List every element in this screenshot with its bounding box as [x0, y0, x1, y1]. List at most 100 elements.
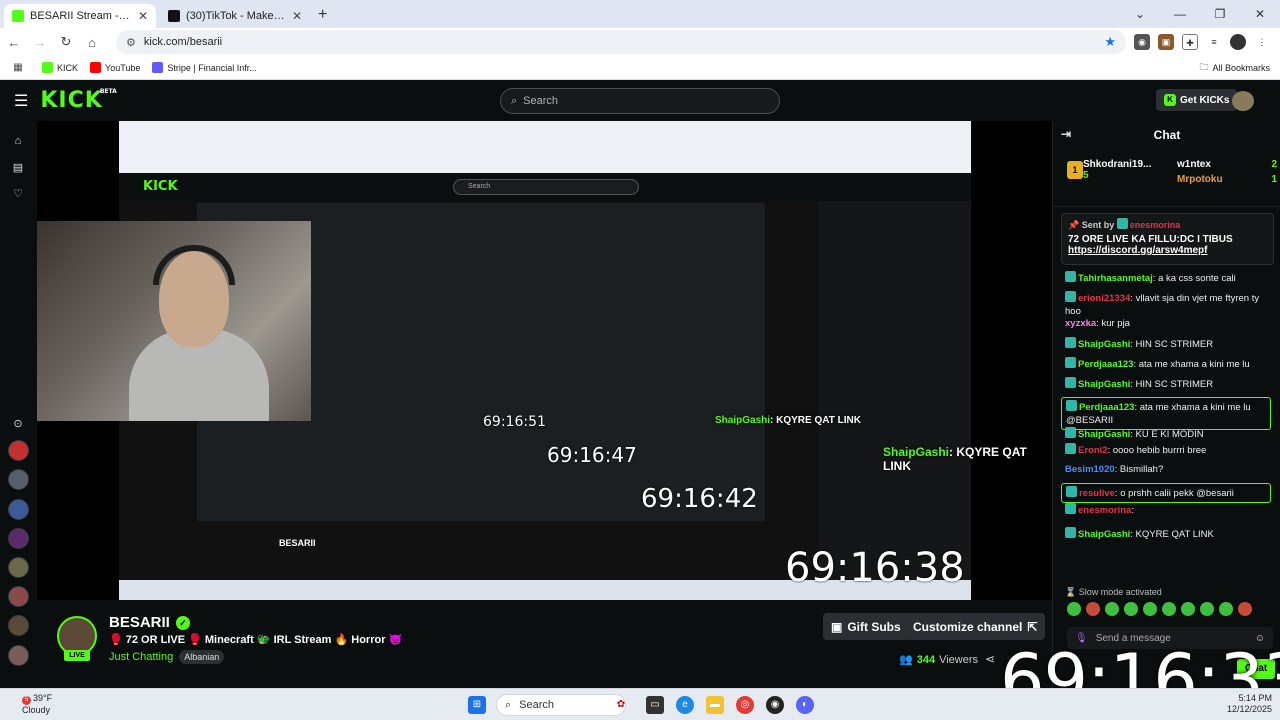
- profile-avatar-icon[interactable]: [1230, 34, 1246, 50]
- channel-avatar[interactable]: [8, 440, 29, 461]
- chat-message[interactable]: ShaipGashi: KU E KI MODIN: [1065, 427, 1275, 441]
- chat-message[interactable]: xyzxka: kur pja: [1065, 317, 1275, 330]
- extension-icon[interactable]: ▣: [1158, 34, 1174, 50]
- chat-message[interactable]: Besim1020: Bismillah?: [1065, 463, 1275, 476]
- weather-widget[interactable]: 5 39°F Cloudy: [22, 693, 52, 716]
- emote-icon[interactable]: [1200, 602, 1214, 616]
- reading-list-icon[interactable]: ≡: [1206, 34, 1222, 50]
- chat-message[interactable]: Perdjaaa123: ata me xhama a kini me lu @…: [1061, 397, 1271, 430]
- leaderboard-top[interactable]: Shkodrani19... 5: [1083, 159, 1151, 181]
- app-icon[interactable]: ✿: [612, 696, 630, 714]
- taskbar-search[interactable]: ⌕ Search: [496, 694, 626, 716]
- pinned-link[interactable]: https://discord.gg/arsw4mepf: [1068, 245, 1267, 256]
- home-icon[interactable]: ⌂: [80, 35, 104, 50]
- channel-avatar[interactable]: [8, 615, 29, 636]
- emote-icon[interactable]: [1105, 602, 1119, 616]
- chat-username[interactable]: ShaipGashi: [1078, 339, 1130, 350]
- collapse-chat-icon[interactable]: ⇥: [1061, 127, 1071, 141]
- maximize-icon[interactable]: ❐: [1200, 0, 1240, 28]
- customize-channel-button[interactable]: Customize channel ⇱: [905, 613, 1046, 640]
- channel-avatar[interactable]: [8, 645, 29, 666]
- browse-icon[interactable]: ▤: [10, 161, 26, 177]
- chat-message[interactable]: Perdjaaa123: ata me xhama a kini me lu: [1065, 357, 1275, 371]
- emote-icon[interactable]: [1067, 602, 1081, 616]
- file-explorer-icon[interactable]: ▬: [706, 696, 724, 714]
- forward-icon[interactable]: →: [28, 35, 52, 50]
- minimize-icon[interactable]: —: [1160, 0, 1200, 28]
- tab-kick[interactable]: BESARII Stream - Watch Live on ✕: [4, 4, 156, 28]
- chat-username[interactable]: ShaipGashi: [1078, 529, 1130, 540]
- edge-icon[interactable]: e: [676, 696, 694, 714]
- chat-message[interactable]: ShaipGashi: KQYRE QAT LINK: [1065, 527, 1275, 541]
- chat-username[interactable]: ShaipGashi: [1078, 429, 1130, 440]
- emote-icon[interactable]: [1162, 602, 1176, 616]
- windows-start-icon[interactable]: ⊞: [468, 696, 486, 714]
- chevron-down-icon[interactable]: ⌄: [1120, 0, 1160, 28]
- chat-username[interactable]: enesmorina: [1078, 505, 1131, 516]
- streamer-name[interactable]: BESARII ✓: [109, 614, 190, 631]
- channel-avatar[interactable]: [8, 528, 29, 549]
- url-field[interactable]: ⚙ kick.com/besarii ★: [116, 30, 1126, 54]
- bookmark-youtube[interactable]: YouTube: [90, 62, 140, 73]
- emote-icon[interactable]: [1143, 602, 1157, 616]
- channel-avatar[interactable]: [8, 557, 29, 578]
- chat-username[interactable]: xyzxka: [1065, 318, 1096, 329]
- apps-grid-icon[interactable]: ▦: [6, 62, 30, 73]
- channel-avatar[interactable]: [8, 499, 29, 520]
- extension-icon[interactable]: ◉: [1134, 34, 1150, 50]
- heart-icon[interactable]: ♡: [10, 187, 26, 203]
- chat-username[interactable]: Tahirhasanmetaj: [1078, 273, 1153, 284]
- user-avatar[interactable]: [1232, 91, 1254, 111]
- chat-username[interactable]: Perdjaaa123: [1079, 402, 1134, 413]
- discord-icon[interactable]: ◐: [796, 696, 814, 714]
- chat-username[interactable]: ShaipGashi: [1078, 379, 1130, 390]
- bookmark-kick[interactable]: KICK: [42, 62, 78, 73]
- chat-username[interactable]: erioni21334: [1078, 293, 1130, 304]
- language-tag[interactable]: Albanian: [179, 650, 225, 664]
- emote-icon[interactable]: [1238, 602, 1252, 616]
- tab-tiktok[interactable]: (30)TikTok - Make Your Day ✕: [160, 4, 310, 28]
- following-icon[interactable]: ⊙: [10, 417, 26, 433]
- kick-logo[interactable]: KICK BETA: [40, 88, 116, 113]
- back-icon[interactable]: ←: [2, 35, 26, 50]
- gift-subs-button[interactable]: ▣ Gift Subs: [823, 613, 909, 640]
- new-tab-button[interactable]: +: [318, 4, 327, 28]
- leaderboard-entry[interactable]: w1ntex 2: [1177, 159, 1277, 170]
- video-player[interactable]: KICK Search BESARII 69:16:51 69:16:47 69…: [37, 121, 1052, 600]
- chat-username[interactable]: Besim1020: [1065, 464, 1115, 475]
- chat-username[interactable]: Eroni2: [1078, 445, 1108, 456]
- share-icon[interactable]: ⋖: [985, 652, 995, 666]
- emote-icon[interactable]: [1124, 602, 1138, 616]
- leaderboard-entry[interactable]: Mrpotoku 1: [1177, 174, 1277, 185]
- reload-icon[interactable]: ↻: [54, 34, 78, 50]
- close-tab-icon[interactable]: ✕: [292, 9, 302, 23]
- system-clock[interactable]: 5:14 PM 12/12/2025: [1208, 693, 1272, 715]
- pinned-message[interactable]: 📌 Sent by enesmorina 72 ORE LIVE KA FILL…: [1061, 213, 1274, 265]
- channel-avatar[interactable]: [8, 586, 29, 607]
- bookmark-stripe[interactable]: Stripe | Financial Infr...: [152, 62, 257, 73]
- chat-message[interactable]: enesmorina:: [1065, 503, 1275, 517]
- category-link[interactable]: Just Chatting: [109, 651, 173, 663]
- emote-icon[interactable]: [1086, 602, 1100, 616]
- chat-username[interactable]: resulive: [1079, 488, 1115, 499]
- home-icon[interactable]: ⌂: [10, 135, 26, 151]
- emote-icon[interactable]: [1219, 602, 1233, 616]
- close-window-icon[interactable]: ✕: [1240, 0, 1280, 28]
- chat-message[interactable]: resulive: o prshh calii pekk @besarii: [1061, 483, 1271, 503]
- close-tab-icon[interactable]: ✕: [138, 9, 148, 23]
- site-info-icon[interactable]: ⚙: [126, 36, 136, 49]
- chrome-icon[interactable]: ◎: [736, 696, 754, 714]
- obs-icon[interactable]: ◉: [766, 696, 784, 714]
- chat-message[interactable]: ShaipGashi: HIN SC STRIMER: [1065, 377, 1275, 391]
- chat-message[interactable]: ShaipGashi: HIN SC STRIMER: [1065, 337, 1275, 351]
- task-view-icon[interactable]: ▭: [646, 696, 664, 714]
- extensions-puzzle-icon[interactable]: ✚: [1182, 34, 1198, 50]
- search-input[interactable]: ⌕ Search: [500, 88, 780, 114]
- chat-message[interactable]: Tahirhasanmetaj: a ka css sonte cali: [1065, 271, 1275, 285]
- more-menu-icon[interactable]: ⋮: [1254, 34, 1270, 50]
- chat-username[interactable]: Perdjaaa123: [1078, 359, 1133, 370]
- bookmark-star-icon[interactable]: ★: [1104, 34, 1116, 50]
- emote-icon[interactable]: [1181, 602, 1195, 616]
- all-bookmarks[interactable]: 🗀 All Bookmarks: [1199, 60, 1270, 76]
- menu-icon[interactable]: ☰: [14, 91, 28, 111]
